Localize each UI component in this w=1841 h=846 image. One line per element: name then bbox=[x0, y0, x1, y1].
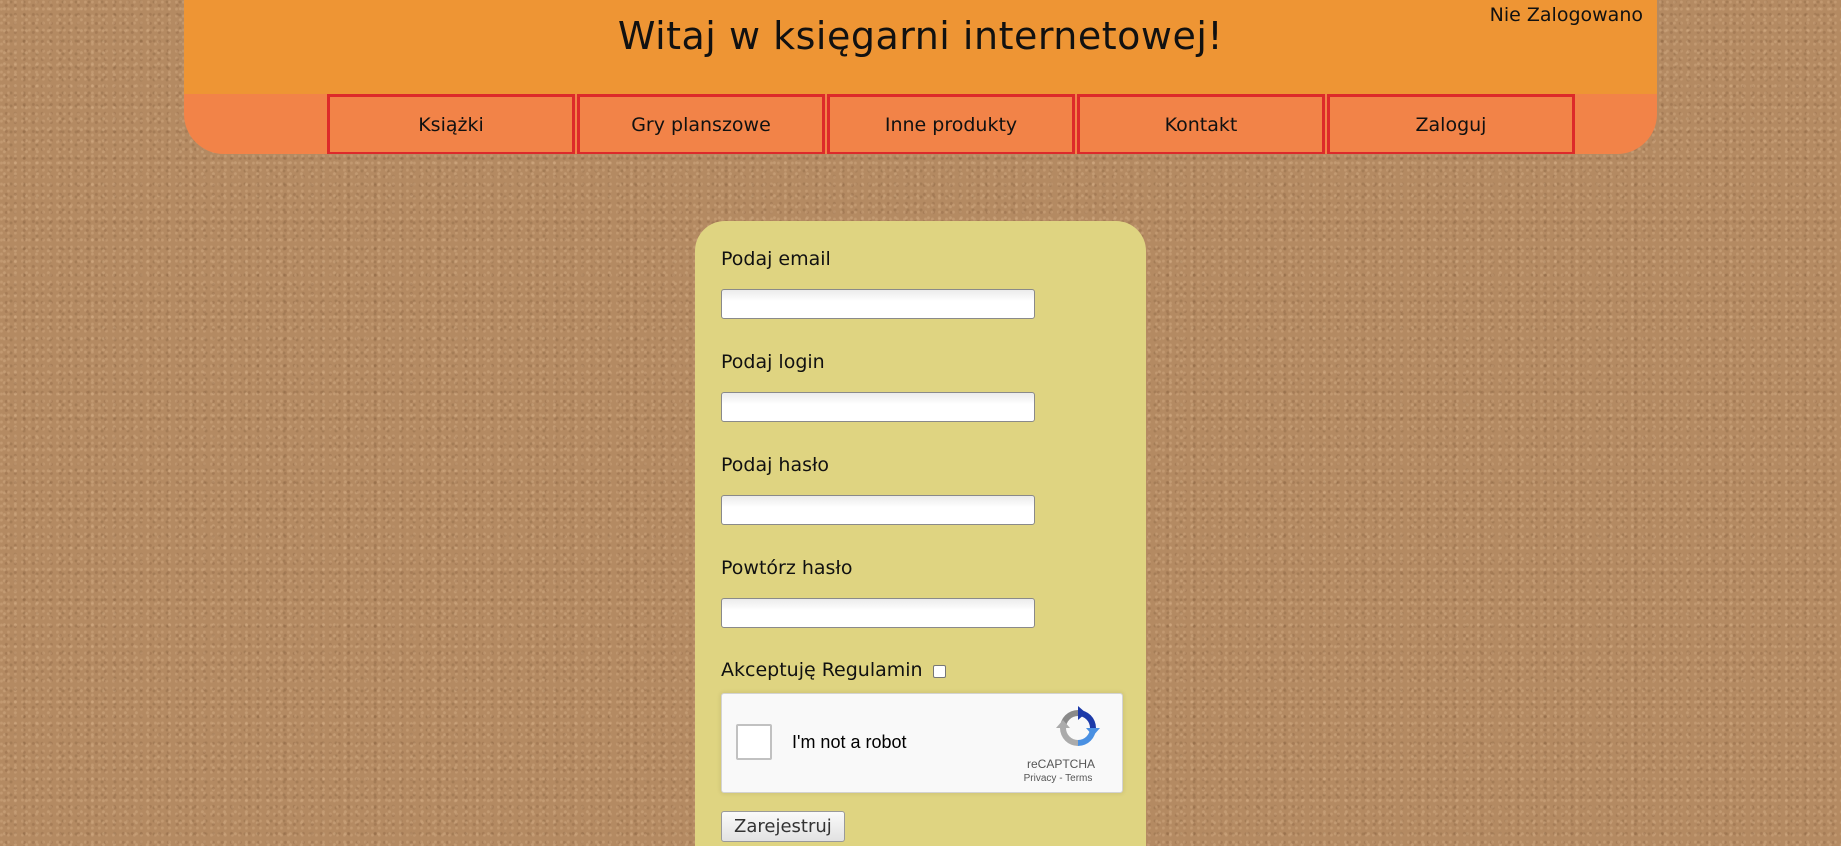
register-button[interactable]: Zarejestruj bbox=[721, 811, 845, 842]
header-top-bar: Witaj w księgarni internetowej! Nie Zalo… bbox=[184, 0, 1657, 94]
nav-item-other-products[interactable]: Inne produkty bbox=[827, 94, 1075, 154]
password-label: Podaj hasło bbox=[721, 454, 830, 476]
login-field[interactable] bbox=[721, 392, 1035, 422]
accept-terms-checkbox[interactable] bbox=[932, 664, 946, 678]
email-label: Podaj email bbox=[721, 248, 831, 270]
recaptcha-checkbox[interactable] bbox=[736, 724, 772, 760]
accept-terms-label: Akceptuję Regulamin bbox=[721, 659, 923, 681]
nav-item-login[interactable]: Zaloguj bbox=[1327, 94, 1575, 154]
nav-item-board-games[interactable]: Gry planszowe bbox=[577, 94, 825, 154]
nav-item-books[interactable]: Książki bbox=[327, 94, 575, 154]
accept-terms-row: Akceptuję Regulamin bbox=[721, 659, 946, 681]
registration-form: Podaj email Podaj login Podaj hasło Powt… bbox=[695, 221, 1146, 846]
recaptcha-brand: reCAPTCHA bbox=[1026, 757, 1095, 771]
nav-bar: Książki Gry planszowe Inne produkty Kont… bbox=[184, 94, 1657, 154]
email-field[interactable] bbox=[721, 289, 1035, 319]
recaptcha-label: I'm not a robot bbox=[792, 732, 907, 752]
repeat-password-field[interactable] bbox=[721, 598, 1035, 628]
recaptcha-terms-link[interactable]: Terms bbox=[1065, 773, 1092, 784]
login-label: Podaj login bbox=[721, 351, 825, 373]
recaptcha-links: Privacy - Terms bbox=[1008, 773, 1108, 784]
site-header: Witaj w księgarni internetowej! Nie Zalo… bbox=[184, 0, 1657, 154]
recaptcha-logo-icon bbox=[1056, 706, 1100, 746]
repeat-password-label: Powtórz hasło bbox=[721, 557, 853, 579]
recaptcha-link-separator: - bbox=[1056, 773, 1066, 784]
password-field[interactable] bbox=[721, 495, 1035, 525]
nav-item-contact[interactable]: Kontakt bbox=[1077, 94, 1325, 154]
login-status: Nie Zalogowano bbox=[1489, 4, 1643, 26]
recaptcha-privacy-link[interactable]: Privacy bbox=[1024, 773, 1057, 784]
main-nav: Książki Gry planszowe Inne produkty Kont… bbox=[327, 94, 1577, 154]
recaptcha-widget: I'm not a robot reCAPTCHA Privacy - Term… bbox=[721, 693, 1123, 793]
site-title: Witaj w księgarni internetowej! bbox=[617, 14, 1224, 58]
